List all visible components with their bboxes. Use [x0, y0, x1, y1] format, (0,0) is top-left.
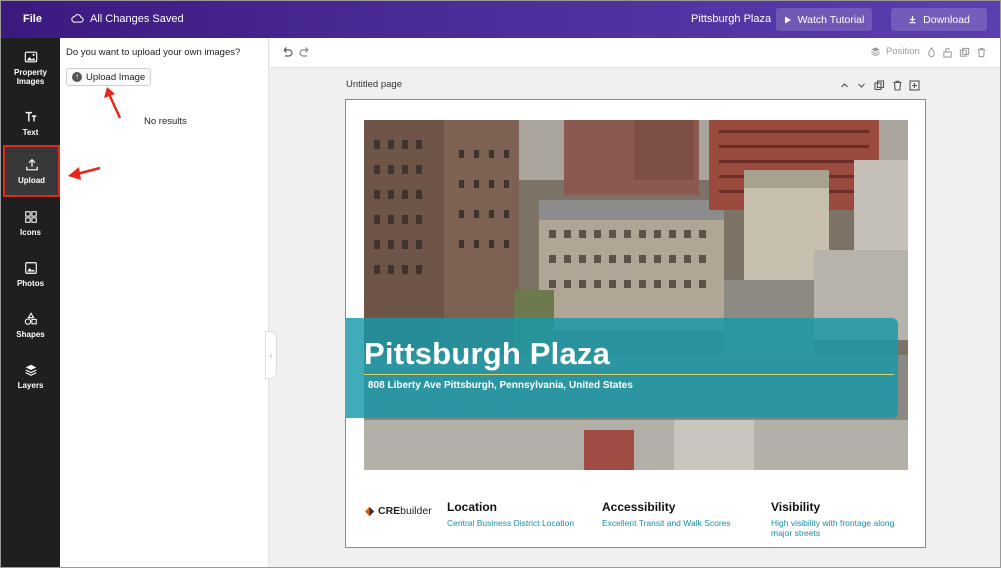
text-icon — [25, 111, 36, 121]
chevron-down-icon[interactable] — [856, 80, 867, 91]
layers-icon — [25, 364, 36, 376]
feature-heading: Accessibility — [602, 500, 676, 514]
download-icon — [909, 15, 916, 24]
save-status: All Changes Saved — [71, 12, 184, 25]
rail-label: Shapes — [16, 329, 45, 339]
design-page[interactable]: Pittsburgh Plaza 808 Liberty Ave Pittsbu… — [345, 99, 926, 548]
rail-label: Upload — [17, 175, 46, 185]
property-title[interactable]: Pittsburgh Plaza — [364, 336, 610, 372]
upload-panel: Do you want to upload your own images? ↑… — [60, 38, 269, 567]
watch-tutorial-label: Watch Tutorial — [797, 13, 865, 26]
title-divider — [364, 374, 894, 375]
feature-location[interactable]: Location Central Business District Locat… — [447, 500, 597, 528]
annotation-arrow-icon — [104, 87, 122, 119]
duplicate-icon[interactable] — [959, 47, 970, 58]
feature-detail: High visibility with frontage along majo… — [771, 518, 895, 538]
layers-icon — [871, 47, 880, 57]
add-page-icon[interactable] — [909, 80, 920, 91]
watch-tutorial-button[interactable]: Watch Tutorial — [776, 8, 872, 31]
shapes-icon — [24, 311, 37, 325]
feature-detail: Excellent Transit and Walk Scores — [602, 518, 731, 528]
rail-label: Text — [22, 127, 39, 137]
feature-heading: Location — [447, 500, 497, 514]
delete-page-icon[interactable] — [892, 80, 903, 91]
property-address[interactable]: 808 Liberty Ave Pittsburgh, Pennsylvania… — [368, 380, 633, 391]
logo-mark-icon — [364, 506, 375, 516]
upload-image-label: Upload Image — [86, 71, 146, 83]
feature-heading: Visibility — [771, 500, 821, 514]
logo-text-suffix: builder — [400, 505, 432, 517]
image-icon — [24, 51, 37, 63]
rail-item-upload[interactable]: Upload — [3, 145, 60, 197]
undo-icon[interactable] — [281, 46, 293, 58]
position-label: Position — [886, 46, 920, 57]
title-banner[interactable]: Pittsburgh Plaza 808 Liberty Ave Pittsbu… — [346, 318, 898, 418]
rail-label: Photos — [16, 278, 45, 288]
lock-icon[interactable] — [942, 47, 953, 58]
feature-detail: Central Business District Location — [447, 518, 575, 528]
canvas-toolbar: Position — [270, 38, 1000, 68]
rail-item-shapes[interactable]: Shapes — [1, 300, 60, 350]
rail-label: Property Images — [14, 68, 47, 86]
upload-arrow-icon: ↑ — [72, 72, 82, 82]
app-window: File All Changes Saved Pittsburgh Plaza … — [0, 0, 1001, 568]
chevron-up-icon[interactable] — [839, 80, 850, 91]
download-label: Download — [923, 13, 970, 26]
redo-icon[interactable] — [299, 46, 311, 58]
collapse-panel-handle[interactable]: ‹ — [265, 331, 277, 379]
play-icon — [784, 16, 791, 23]
logo-text-prefix: CRE — [378, 505, 401, 517]
project-name[interactable]: Pittsburgh Plaza — [691, 13, 771, 25]
rail-label: Layers — [17, 380, 44, 390]
rail-item-text[interactable]: Text — [1, 98, 60, 148]
page-label[interactable]: Untitled page — [346, 79, 402, 90]
top-bar: File All Changes Saved Pittsburgh Plaza … — [1, 1, 1000, 38]
rail-item-photos[interactable]: Photos — [1, 249, 60, 299]
duplicate-page-icon[interactable] — [874, 80, 885, 91]
rail-item-icons[interactable]: Icons — [1, 198, 60, 248]
upload-prompt: Do you want to upload your own images? — [66, 47, 241, 58]
photo-icon — [24, 261, 37, 274]
rail-label: Icons — [20, 227, 41, 237]
opacity-icon[interactable] — [926, 47, 937, 58]
crebuilder-logo[interactable]: CREbuilder — [364, 505, 432, 517]
rail-item-layers[interactable]: Layers — [1, 351, 60, 401]
upload-image-button[interactable]: ↑ Upload Image — [66, 68, 151, 86]
download-button[interactable]: Download — [891, 8, 987, 31]
tool-rail: Property Images Text Upload Icons Photos… — [1, 38, 60, 567]
trash-icon[interactable] — [976, 47, 987, 58]
rail-item-property-images[interactable]: Property Images — [1, 43, 60, 93]
upload-icon — [25, 158, 38, 170]
no-results-text: No results — [144, 116, 187, 127]
file-menu[interactable]: File — [23, 13, 42, 25]
feature-visibility[interactable]: Visibility High visibility with frontage… — [771, 500, 911, 538]
position-button[interactable]: Position — [870, 46, 920, 57]
cloud-icon — [71, 14, 84, 23]
feature-accessibility[interactable]: Accessibility Excellent Transit and Walk… — [602, 500, 752, 528]
save-status-text: All Changes Saved — [90, 12, 184, 25]
grid-icon — [24, 210, 37, 223]
annotation-arrow-icon — [68, 166, 101, 180]
